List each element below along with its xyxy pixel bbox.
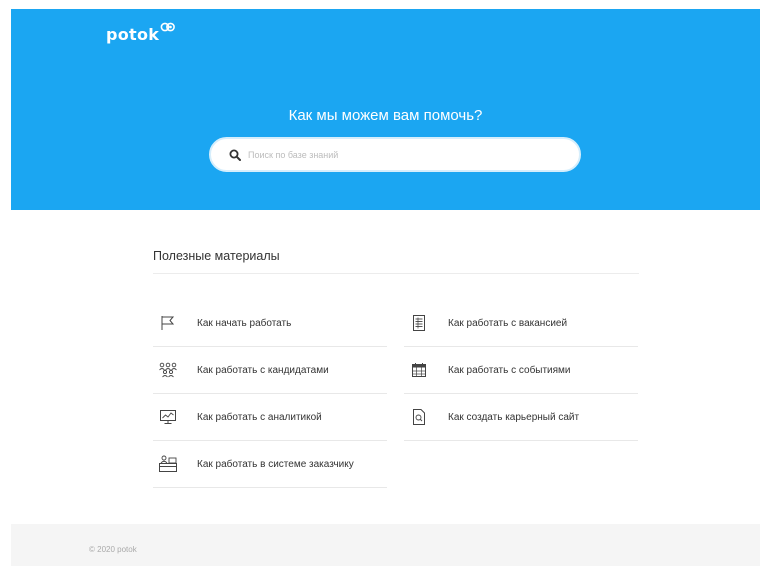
search-input[interactable]	[248, 149, 579, 160]
materials-section: Полезные материалы	[153, 249, 639, 274]
section-title: Полезные материалы	[153, 249, 639, 274]
material-item-candidates[interactable]: Как работать с кандидатами	[153, 347, 387, 394]
flag-icon	[158, 313, 178, 333]
material-item-label: Как работать с аналитикой	[197, 411, 322, 423]
material-item-events[interactable]: Как работать с событиями	[404, 347, 638, 394]
logo-mark-icon	[160, 22, 176, 32]
material-item-analytics[interactable]: Как работать с аналитикой	[153, 394, 387, 441]
hero-title: Как мы можем вам помочь?	[288, 107, 483, 124]
material-item-client-system[interactable]: Как работать в системе заказчику	[153, 441, 387, 488]
document-list-icon	[409, 313, 429, 333]
material-item-label: Как работать в системе заказчику	[197, 458, 354, 470]
material-item-label: Как работать с вакансией	[448, 317, 568, 329]
logo[interactable]: potok	[106, 22, 176, 44]
material-item-label: Как начать работать	[197, 317, 292, 329]
people-icon	[158, 360, 178, 380]
material-item-label: Как работать с событиями	[448, 364, 571, 376]
logo-text: potok	[106, 25, 160, 44]
client-desk-icon	[158, 454, 178, 474]
footer: © 2020 potok	[11, 524, 760, 566]
copyright-text: © 2020 potok	[89, 545, 137, 554]
material-item-career-site[interactable]: Как создать карьерный сайт	[404, 394, 638, 441]
hero-banner: potok Как мы можем вам помочь?	[11, 9, 760, 210]
material-item-label: Как создать карьерный сайт	[448, 411, 580, 423]
search-icon	[229, 149, 241, 161]
page-search-icon	[409, 407, 429, 427]
material-item-getting-started[interactable]: Как начать работать	[153, 300, 387, 347]
search-box[interactable]	[209, 137, 581, 172]
material-item-label: Как работать с кандидатами	[197, 364, 329, 376]
calendar-icon	[409, 360, 429, 380]
material-item-vacancy[interactable]: Как работать с вакансией	[404, 300, 638, 347]
chart-monitor-icon	[158, 407, 178, 427]
